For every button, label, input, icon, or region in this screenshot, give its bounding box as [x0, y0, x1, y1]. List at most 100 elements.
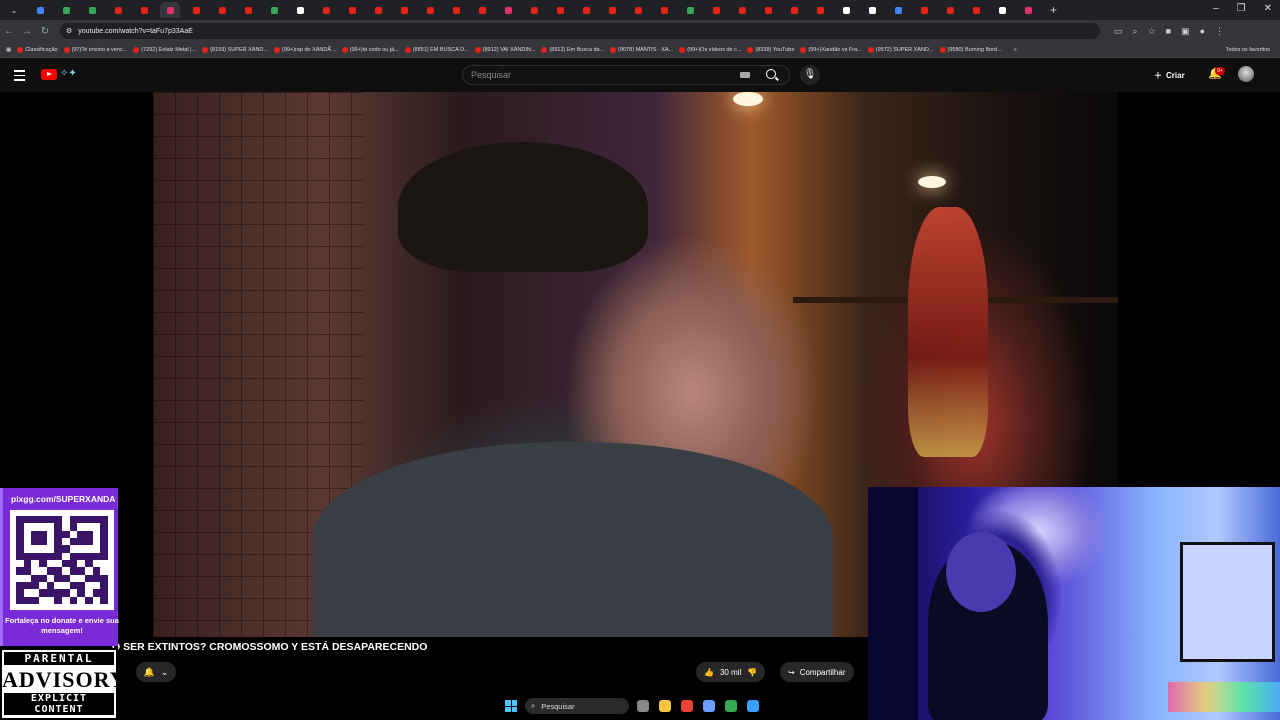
browser-tab[interactable]: [472, 2, 492, 18]
browser-tab[interactable]: [732, 2, 752, 18]
browser-tab[interactable]: [550, 2, 570, 18]
youtube-logo-icon[interactable]: [41, 69, 57, 80]
maximize-icon[interactable]: ❐: [1237, 3, 1246, 14]
browser-tab[interactable]: [446, 2, 466, 18]
bookmark-item[interactable]: (9580) Burning Bord...: [939, 46, 1002, 53]
browser-tab[interactable]: [212, 2, 232, 18]
browser-tab[interactable]: [108, 2, 128, 18]
browser-tab[interactable]: [420, 2, 440, 18]
browser-tab[interactable]: [784, 2, 804, 18]
windows-start-icon[interactable]: [505, 700, 517, 712]
microphone-icon[interactable]: 🎙: [800, 65, 820, 85]
subscription-bell-button[interactable]: 🔔 ⌄: [136, 662, 176, 682]
bookmark-item[interactable]: (9572) SUPER XAND...: [867, 46, 934, 53]
browser-tab[interactable]: [888, 2, 908, 18]
browser-tab[interactable]: [810, 2, 830, 18]
zoom-icon[interactable]: ⌕: [1133, 26, 1138, 37]
extension-icon[interactable]: ■: [1166, 26, 1171, 37]
taskbar-app-icon[interactable]: [659, 700, 671, 712]
bookmark-item[interactable]: (9078) MANTIS - XA...: [610, 46, 673, 53]
browser-tab[interactable]: [680, 2, 700, 18]
qr-module: [61, 560, 70, 568]
bookmark-item[interactable]: Classificação: [17, 46, 58, 53]
bookmark-item[interactable]: (99+)Xandão vs Fra...: [800, 46, 862, 53]
browser-tab[interactable]: [654, 2, 674, 18]
keyboard-icon[interactable]: [740, 72, 750, 78]
browser-tab[interactable]: [576, 2, 596, 18]
taskbar-app-icon[interactable]: [725, 700, 737, 712]
browser-tab[interactable]: [966, 2, 986, 18]
browser-tab[interactable]: [498, 2, 518, 18]
cast-icon[interactable]: ▭: [1114, 26, 1123, 37]
qr-module: [16, 545, 24, 553]
taskbar-search-input[interactable]: ⌕ Pesquisar: [525, 698, 629, 714]
qr-module: [69, 567, 78, 575]
browser-tab[interactable]: [30, 2, 50, 18]
browser-tab[interactable]: [160, 2, 180, 18]
profile-icon[interactable]: ●: [1200, 26, 1205, 37]
site-info-icon[interactable]: ⚙: [66, 27, 72, 35]
browser-tab[interactable]: [706, 2, 726, 18]
browser-tab[interactable]: [628, 2, 648, 18]
browser-tab[interactable]: [758, 2, 778, 18]
browser-tab[interactable]: [264, 2, 284, 18]
bookmark-item[interactable]: (7292) Enlaiz Metal |...: [133, 46, 196, 53]
browser-tab[interactable]: [238, 2, 258, 18]
browser-tab[interactable]: [1018, 2, 1038, 18]
taskbar-app-icon[interactable]: [681, 700, 693, 712]
bookmark-item[interactable]: (8851) EM BUSCA D...: [404, 46, 469, 53]
bookmark-item[interactable]: (8912) VAI XANDIN...: [474, 46, 535, 53]
bookmark-favicon-icon: [679, 46, 686, 53]
browser-tab[interactable]: [394, 2, 414, 18]
thumbs-down-icon[interactable]: 👎: [747, 668, 757, 677]
browser-tab[interactable]: [914, 2, 934, 18]
share-button[interactable]: ↪ Compartilhar: [780, 662, 854, 682]
bookmark-item[interactable]: (99+)rap do XANDÃ...: [273, 46, 336, 53]
menu-hamburger-icon[interactable]: [14, 70, 25, 84]
bookmark-item[interactable]: (97)Te ensino a venc...: [63, 46, 127, 53]
create-button[interactable]: ＋ Criar: [1154, 67, 1185, 83]
browser-tab[interactable]: [134, 2, 154, 18]
search-icon[interactable]: [766, 69, 776, 79]
bookmark-item[interactable]: (99+)tá cedo ou já...: [341, 46, 399, 53]
browser-tab[interactable]: [82, 2, 102, 18]
taskbar-app-icon[interactable]: [747, 700, 759, 712]
bookmark-item[interactable]: (8159) SUPER XAND...: [202, 46, 268, 53]
qr-module: [100, 552, 108, 560]
minimize-icon[interactable]: –: [1213, 3, 1219, 14]
youtube-doodle-icon[interactable]: ✧✦: [60, 68, 77, 79]
back-icon[interactable]: ←: [0, 26, 18, 37]
apps-icon[interactable]: ▦: [6, 47, 11, 53]
browser-tab[interactable]: [602, 2, 622, 18]
taskbar-app-icon[interactable]: [703, 700, 715, 712]
browser-tab[interactable]: [940, 2, 960, 18]
browser-tab[interactable]: [862, 2, 882, 18]
browser-tab[interactable]: [56, 2, 76, 18]
menu-icon[interactable]: ⋮: [1215, 26, 1224, 37]
forward-icon[interactable]: →: [18, 26, 36, 37]
like-button[interactable]: 👍 30 mil 👎: [696, 662, 766, 682]
new-tab-button[interactable]: +: [1050, 3, 1057, 17]
bookmark-item[interactable]: (99+)Os vídeos de c...: [679, 46, 741, 53]
close-icon[interactable]: ✕: [1264, 3, 1272, 14]
bookmarks-more-button[interactable]: »: [1014, 47, 1017, 53]
tab-search-icon[interactable]: ⌄: [4, 2, 24, 18]
taskbar-app-icon[interactable]: [637, 700, 649, 712]
reload-icon[interactable]: ↻: [36, 26, 54, 37]
browser-tab[interactable]: [316, 2, 336, 18]
bookmark-favicon-icon: [939, 46, 946, 53]
url-input[interactable]: ⚙ youtube.com/watch?v=taFu7p33AaE: [60, 23, 1100, 39]
extensions-puzzle-icon[interactable]: ▣: [1181, 26, 1190, 37]
browser-tab[interactable]: [992, 2, 1012, 18]
bookmark-item[interactable]: (8338) YouTube: [747, 46, 794, 53]
all-bookmarks-button[interactable]: Todos os favoritos: [1226, 47, 1270, 53]
bookmark-item[interactable]: (8912) Em Busca da...: [541, 46, 604, 53]
browser-tab[interactable]: [290, 2, 310, 18]
avatar[interactable]: [1238, 66, 1254, 82]
bookmark-star-icon[interactable]: ☆: [1148, 26, 1156, 37]
browser-tab[interactable]: [342, 2, 362, 18]
browser-tab[interactable]: [368, 2, 388, 18]
browser-tab[interactable]: [186, 2, 206, 18]
browser-tab[interactable]: [524, 2, 544, 18]
browser-tab[interactable]: [836, 2, 856, 18]
